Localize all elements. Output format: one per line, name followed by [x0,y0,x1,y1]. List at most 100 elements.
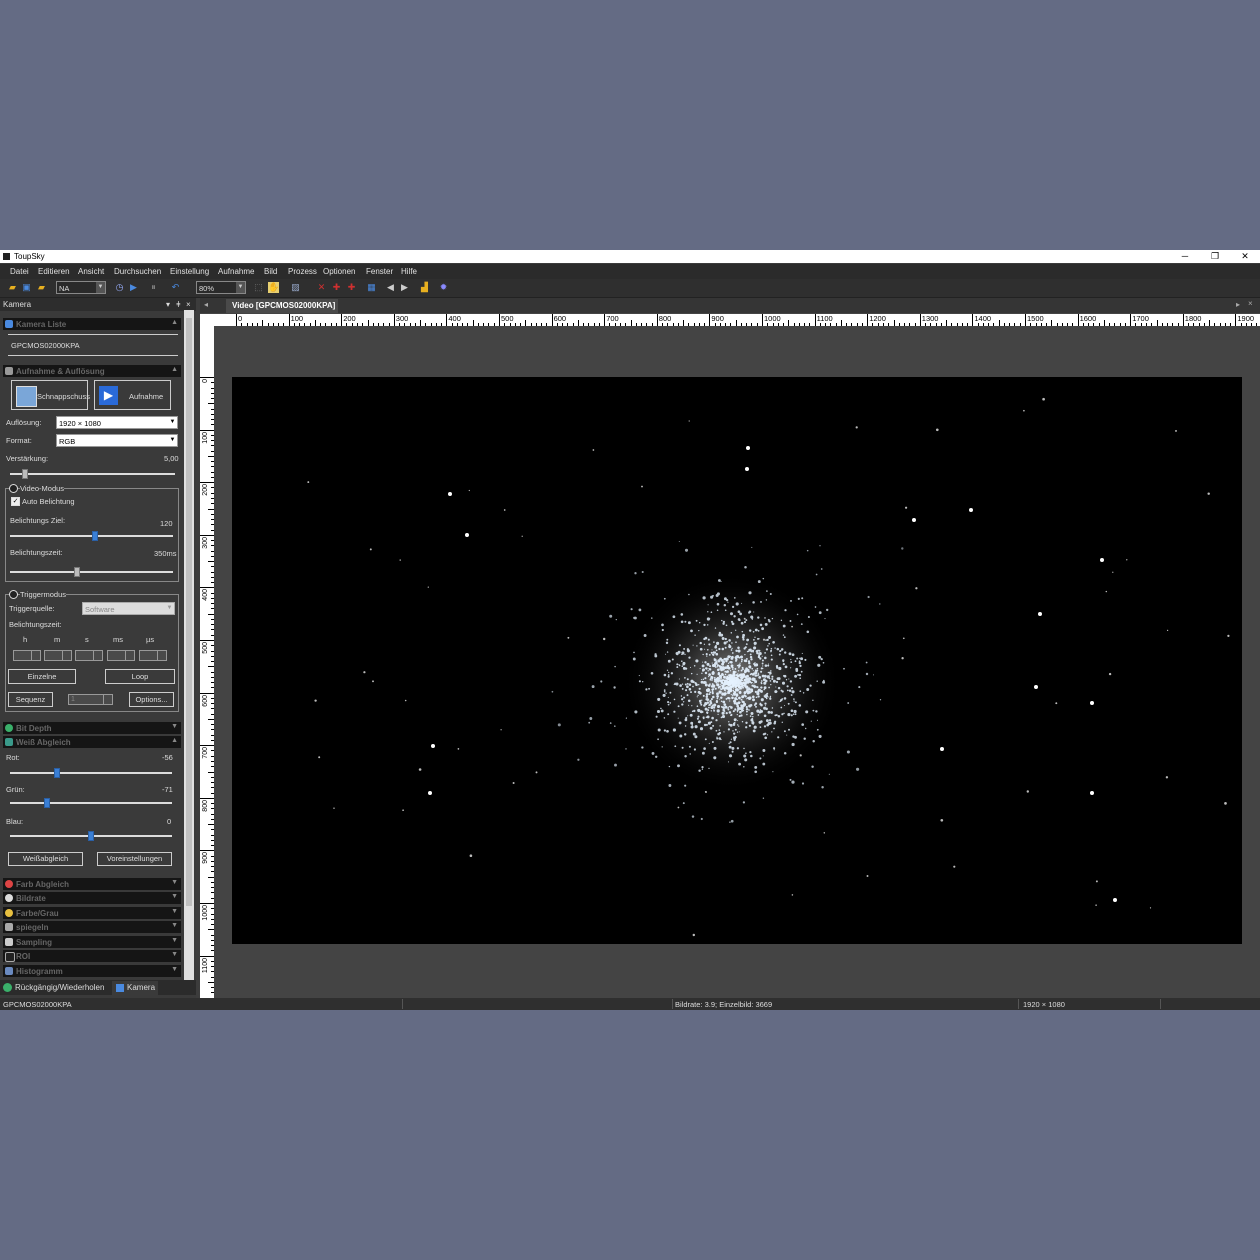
section-histogramm[interactable]: Histogramm ▼ [3,965,181,977]
camera-image[interactable] [232,377,1242,944]
forward-icon[interactable]: ▶ [399,282,410,293]
cross-icon[interactable]: ✚ [331,282,342,293]
section-spiegeln[interactable]: spiegeln ▼ [3,921,181,933]
maximize-button[interactable]: ❐ [1200,250,1230,263]
open-folder-icon[interactable]: ▰ [7,282,18,293]
section-farbe-grau[interactable]: Farbe/Grau ▼ [3,907,181,919]
trigger-source-select[interactable]: Software ▼ [82,602,175,615]
chevron-up-icon: ▲ [171,319,178,326]
section-roi[interactable]: ROI ▼ [3,950,181,962]
exposure-time-slider[interactable] [10,567,173,577]
menu-einstellung[interactable]: Einstellung [170,267,209,276]
single-button[interactable]: Einzelne [8,669,76,684]
camera-list-item[interactable]: GPCMOS02000KPA [11,341,80,350]
tab-kamera[interactable]: Kamera [112,981,158,995]
loop-button[interactable]: Loop [105,669,175,684]
resolution-select[interactable]: 1920 × 1080 ▼ [56,416,178,429]
folder-icon[interactable]: ▰ [36,282,47,293]
menu-prozess[interactable]: Prozess [288,267,317,276]
menu-bild[interactable]: Bild [264,267,277,276]
ruler-tick [814,314,816,326]
sequence-button[interactable]: Sequenz [8,692,53,707]
pin-icon[interactable]: ǂ [176,300,181,309]
clock-icon[interactable]: ◷ [114,282,125,293]
menu-durchsuchen[interactable]: Durchsuchen [114,267,161,276]
menu-aufnahme[interactable]: Aufnahme [218,267,254,276]
slider-thumb[interactable] [44,798,51,808]
panel-scrollbar[interactable] [184,310,194,986]
menu-ansicht[interactable]: Ansicht [78,267,104,276]
image-icon[interactable]: ▨ [290,282,301,293]
microseconds-stepper[interactable] [139,650,167,661]
exposure-target-slider[interactable] [10,531,173,541]
menu-editieren[interactable]: Editieren [38,267,70,276]
snapshot-button[interactable]: Schnappschuss [11,380,90,410]
cross-icon[interactable]: ✚ [346,282,357,293]
blue-label: Blau: [6,817,24,826]
red-slider[interactable] [10,768,172,778]
play-icon[interactable]: ▶ [128,282,139,293]
undo-icon[interactable]: ↶ [170,282,181,293]
video-mode-radio[interactable] [9,484,18,493]
section-bit-depth[interactable]: Bit Depth ▼ [3,722,181,734]
minimize-button[interactable]: ─ [1170,250,1200,263]
panel-close-icon[interactable]: × [186,300,191,309]
menu-hilfe[interactable]: Hilfe [401,267,417,276]
minutes-stepper[interactable] [44,650,72,661]
tab-close-icon[interactable]: × [1248,299,1253,308]
section-farb-abgleich[interactable]: Farb Abgleich ▼ [3,878,181,890]
back-icon[interactable]: ◀ [385,282,396,293]
gear-icon[interactable]: ✹ [438,282,449,293]
grid-icon[interactable]: ▦ [366,282,377,293]
format-select[interactable]: RGB ▼ [56,434,178,447]
unit-h: h [23,635,28,644]
green-slider[interactable] [10,798,172,808]
ruler-tick [467,323,469,326]
ruler-tick [893,320,895,326]
seconds-stepper[interactable] [75,650,103,661]
scrollbar-thumb[interactable] [186,318,192,906]
section-weiss-abgleich[interactable]: Weiß Abgleich ▲ [3,736,181,748]
white-balance-button[interactable]: Weißabgleich [8,852,83,866]
trigger-mode-radio[interactable] [9,590,18,599]
milliseconds-stepper[interactable] [107,650,135,661]
slider-thumb[interactable] [91,531,98,541]
camera-combo-value: NA [59,284,70,293]
tab-right-arrow-icon[interactable]: ▸ [1236,300,1240,309]
section-sampling[interactable]: Sampling ▼ [3,936,181,948]
section-bildrate[interactable]: Bildrate ▼ [3,892,181,904]
close-button[interactable]: ✕ [1230,250,1260,263]
slider-thumb[interactable] [88,831,94,841]
ruler-tick [211,540,214,542]
select-icon[interactable]: ⬚ [253,282,264,293]
section-aufnahme[interactable]: Aufnahme & Auflösung ▲ [3,365,181,377]
pause-icon[interactable]: ⏸ [148,282,159,293]
camera-combo[interactable]: NA ▼ [56,281,106,294]
sequence-count-stepper[interactable]: 1 [68,694,113,705]
menu-optionen[interactable]: Optionen [323,267,355,276]
gain-slider[interactable] [10,469,175,479]
blue-slider[interactable] [10,831,172,841]
chart-icon[interactable]: ▟ [419,282,430,293]
defaults-button[interactable]: Voreinstellungen [97,852,172,866]
slider-thumb[interactable] [73,567,80,577]
delete-icon[interactable]: ✕ [316,282,327,293]
hours-stepper[interactable] [13,650,41,661]
auto-exposure-checkbox[interactable]: ✓ [11,497,20,506]
section-kamera-liste[interactable]: Kamera Liste ▲ [3,318,181,330]
save-icon[interactable]: ▣ [21,282,32,293]
tab-left-arrow-icon[interactable]: ◂ [204,300,208,309]
options-button[interactable]: Options... [129,692,174,707]
ruler-tick [288,314,290,326]
zoom-combo[interactable]: 80% ▼ [196,281,246,294]
record-button[interactable]: ▶ Aufnahme [94,380,171,410]
slider-thumb[interactable] [21,469,28,479]
menu-fenster[interactable]: Fenster [366,267,393,276]
tab-undo-redo[interactable]: Rückgängig/Wiederholen [15,983,104,992]
hand-icon[interactable]: ✋ [268,282,279,293]
tab-video[interactable]: Video [GPCMOS02000KPA] [226,299,338,313]
menu-datei[interactable]: Datei [10,267,29,276]
slider-thumb[interactable] [53,768,60,778]
ruler-corner [200,314,216,326]
panel-dropdown-icon[interactable]: ▾ [166,300,170,309]
